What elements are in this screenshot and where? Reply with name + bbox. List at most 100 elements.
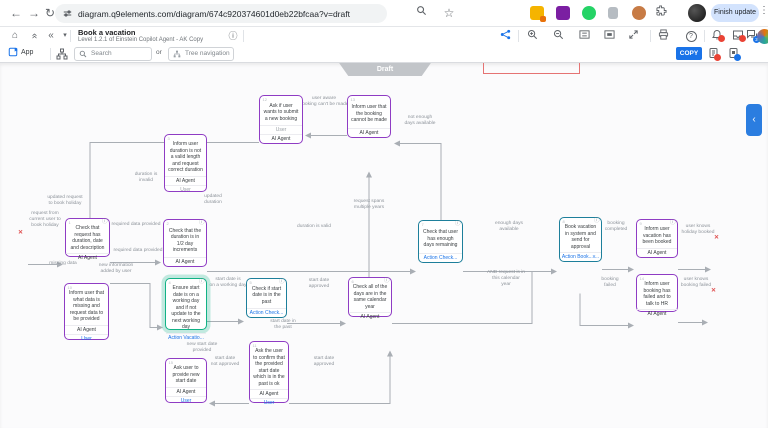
edge-label: start date approved (310, 356, 338, 368)
fit-frame-icon[interactable] (604, 29, 618, 43)
node-confirm-past-date[interactable]: 11 Ask the user to confirm that the prov… (249, 341, 289, 403)
extension-icon-3[interactable] (608, 7, 618, 19)
node-text: Ask the user to confirm that the provide… (250, 342, 288, 389)
lens-search-icon[interactable] (416, 5, 432, 21)
node-inform-missing-data[interactable]: 10 Inform user that what data is missing… (64, 283, 109, 340)
divider (704, 30, 705, 42)
node-check-duration-increments[interactable]: 2 ⓘ Check that the duration is in 1/2 da… (163, 219, 207, 267)
node-check-same-year[interactable]: 6 ⓘ Check all of the days are in the sam… (348, 277, 392, 317)
panel-expand-tab[interactable]: ‹ (746, 104, 762, 136)
node-footer: User (65, 334, 108, 343)
node-number: 6 (352, 279, 354, 284)
report-doc-icon[interactable] (728, 47, 742, 61)
divider (70, 30, 71, 42)
node-footer: AI Agent (250, 389, 288, 398)
extension-badge (540, 16, 546, 22)
node-info-icon[interactable]: ⓘ (455, 221, 461, 228)
extension-icon-1[interactable] (530, 6, 544, 20)
inbox-icon[interactable] (732, 29, 746, 43)
diagram-toolbar: App Search or Tree navigation COPY (0, 45, 768, 63)
edge-label: request spans multiple years (346, 199, 392, 211)
edge-label: duration is valid (294, 224, 334, 230)
forward-icon[interactable]: → (26, 5, 42, 21)
export-doc-icon[interactable] (708, 47, 722, 61)
whatsapp-extension-icon[interactable] (582, 6, 596, 20)
node-inform-cannot-book[interactable]: 13 Inform user that the booking cannot b… (347, 95, 391, 138)
share-icon[interactable] (500, 29, 514, 43)
browser-menu-icon[interactable]: ⋮ (759, 5, 768, 16)
edge-label: booking failed (598, 277, 622, 289)
app-window-icon (8, 47, 18, 57)
node-ask-new-booking[interactable]: 12 Ask if user wants to submit a new boo… (259, 95, 303, 144)
bookmark-star-icon[interactable]: ☆ (441, 5, 457, 21)
export-doc-badge (714, 54, 721, 61)
node-footer: AI Agent (349, 312, 391, 321)
node-info-icon[interactable]: ⓘ (594, 218, 600, 225)
node-footer: User (165, 185, 206, 194)
fit-width-icon[interactable] (579, 29, 593, 43)
tree-icon[interactable] (56, 48, 70, 62)
search-input[interactable]: Search (74, 47, 152, 61)
node-inform-invalid-duration[interactable]: 3 Inform user duration is not a valid le… (164, 134, 207, 192)
print-icon[interactable] (658, 29, 672, 43)
info-icon[interactable]: ⓘ (226, 29, 240, 43)
node-ask-new-start-date[interactable]: 15 Ask user to provide new start date AI… (165, 358, 207, 403)
browser-profile-avatar[interactable] (688, 4, 706, 22)
extensions-puzzle-icon[interactable] (656, 5, 672, 21)
tree-navigation-input[interactable]: Tree navigation (168, 47, 234, 61)
report-doc-badge (734, 54, 741, 61)
copy-button[interactable]: COPY (676, 47, 702, 60)
node-footer: Action Book...v... (560, 252, 601, 261)
address-bar[interactable]: diagram.q9elements.com/diagram/674c92037… (55, 4, 387, 23)
end-x-marker: ✕ (714, 234, 719, 241)
node-check-start-past[interactable]: 5 ⓘ Check if start date is in the past A… (246, 278, 287, 318)
node-inform-failed[interactable]: 14 Inform user booking has failed and to… (636, 274, 678, 312)
node-text: Ensure start date is on a working day an… (166, 279, 206, 333)
node-footer: User (250, 398, 288, 407)
node-inform-booked[interactable]: 9 ⓘ Inform user vacation has been booked… (636, 219, 678, 258)
edge-label: user aware booking can't be made (299, 96, 349, 108)
expand-icon[interactable] (628, 29, 642, 43)
node-number: 12 (263, 97, 267, 102)
node-info-icon[interactable]: ⓘ (279, 279, 285, 286)
node-text: Inform user duration is not a valid leng… (165, 135, 206, 176)
start-x-marker: ✕ (18, 229, 23, 236)
zoom-out-icon[interactable] (553, 29, 567, 43)
home-icon[interactable]: ⌂ (8, 29, 22, 43)
edge-label: start date approved (305, 278, 333, 290)
node-info-icon[interactable]: ⓘ (670, 220, 676, 227)
node-footer: AI Agent (348, 128, 390, 137)
extension-icon-4[interactable] (632, 6, 646, 20)
notifications-bell-icon[interactable] (711, 29, 725, 43)
edge-label: start date is on a working day (206, 277, 250, 289)
node-footer: AI Agent (166, 387, 206, 396)
node-ensure-working-day[interactable]: 4 ⓘ Ensure start date is on a working da… (165, 278, 207, 330)
node-book-vacation[interactable]: 8 ⓘ Book vacation in system and send for… (559, 217, 602, 262)
user-avatar[interactable] (757, 29, 768, 44)
edge-label: user knows booking failed (679, 277, 713, 289)
node-check-request-data[interactable]: 1 ⓘ Check that request has duration, dat… (65, 218, 110, 257)
node-info-icon[interactable]: ⓘ (384, 278, 390, 285)
node-check-days-remaining[interactable]: 7 ⓘ Check that user has enough days rema… (418, 220, 463, 263)
collapse-left-icon[interactable]: « (44, 29, 58, 43)
node-info-icon[interactable]: ⓘ (102, 219, 108, 226)
node-footer: Action Check... (247, 308, 286, 317)
app-button[interactable]: App (8, 47, 33, 57)
help-icon[interactable]: ? (684, 29, 698, 43)
end-x-marker: ✕ (711, 287, 716, 294)
diagram-subtitle: Level 1.2.1 of Einstein Copilot Agent - … (78, 37, 203, 43)
extension-icon-2[interactable] (556, 6, 570, 20)
node-footer: AI Agent (165, 176, 206, 185)
node-footer: AI Agent (164, 257, 206, 266)
collapse-up-icon[interactable]: « (27, 29, 41, 43)
node-info-icon[interactable]: ⓘ (199, 220, 205, 227)
edge-label: request from current user to book holida… (24, 211, 66, 229)
draft-version-tab[interactable]: Draft (334, 63, 436, 76)
back-icon[interactable]: ← (8, 5, 24, 21)
zoom-in-icon[interactable] (527, 29, 541, 43)
node-info-icon[interactable]: ⓘ (199, 279, 205, 286)
node-number: 10 (68, 285, 72, 290)
finish-update-button[interactable]: Finish update (711, 4, 759, 22)
node-footer: Action Check... (419, 253, 462, 262)
site-info-icon[interactable] (63, 9, 72, 18)
